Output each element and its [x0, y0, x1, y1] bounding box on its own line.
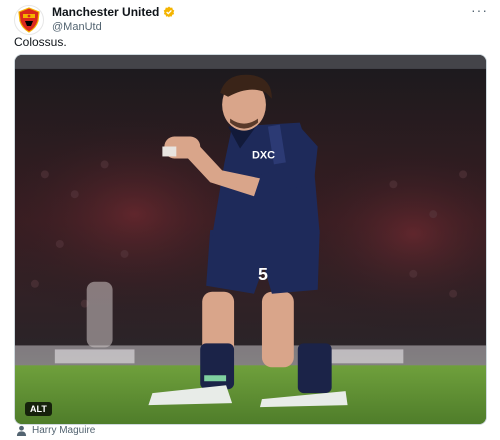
manchester-united-crest-icon: [18, 7, 40, 33]
tweet-text: Colossus.: [14, 35, 67, 49]
tweet-card: Manchester United @ManUtd ··· Colossus.: [0, 0, 500, 440]
alt-text-badge[interactable]: ALT: [25, 402, 52, 416]
verified-badge-icon: [164, 6, 175, 18]
tagged-person-name: Harry Maguire: [32, 425, 96, 436]
player-photo: 5 DXC: [15, 55, 486, 424]
author-info: Manchester United @ManUtd: [52, 5, 175, 33]
tagged-person[interactable]: Harry Maguire: [16, 425, 95, 436]
tweet-photo[interactable]: 5 DXC ALT: [14, 54, 487, 425]
more-options-icon[interactable]: ···: [471, 2, 488, 18]
svg-text:DXC: DXC: [252, 149, 275, 161]
author-avatar[interactable]: [14, 5, 44, 35]
svg-text:5: 5: [258, 264, 268, 284]
person-icon: [16, 425, 27, 436]
author-handle[interactable]: @ManUtd: [52, 21, 175, 33]
author-name-row: Manchester United: [52, 5, 175, 19]
author-display-name[interactable]: Manchester United: [52, 5, 159, 19]
